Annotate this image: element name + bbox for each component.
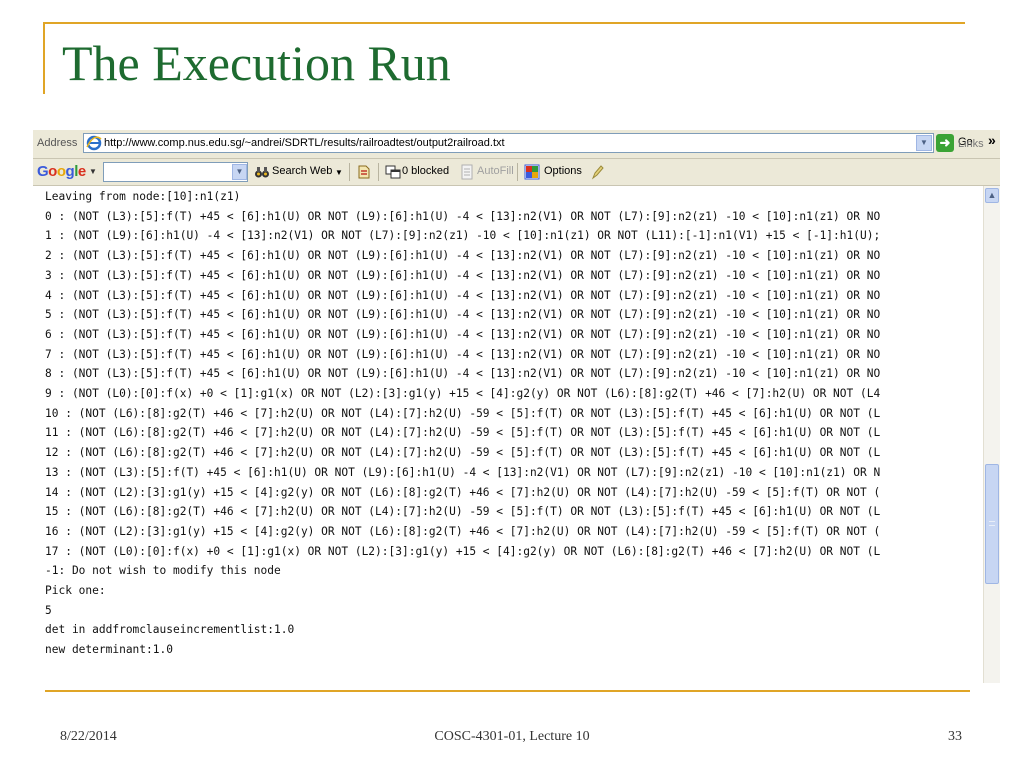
popup-blocker-icon <box>385 165 401 179</box>
footer-course-label: COSC-4301-01, Lecture 10 <box>434 729 590 744</box>
title-rule-line <box>45 22 965 24</box>
toolbar-separator <box>517 163 518 181</box>
text-document-view[interactable]: Leaving from node:[10]:n1(z1) 0 : (NOT (L… <box>33 186 983 683</box>
document-line: 12 : (NOT (L6):[8]:g2(T) +46 < [7]:h2(U)… <box>45 446 881 460</box>
document-line: -1: Do not wish to modify this node <box>45 564 281 578</box>
address-bar: Address http://www.comp.nus.edu.sg/~andr… <box>33 130 1000 159</box>
document-line: 3 : (NOT (L3):[5]:f(T) +45 < [6]:h1(U) O… <box>45 268 881 282</box>
google-logo-letter: g <box>65 163 75 180</box>
document-line: 15 : (NOT (L6):[8]:g2(T) +46 < [7]:h2(U)… <box>45 505 881 519</box>
address-url: http://www.comp.nus.edu.sg/~andrei/SDRTL… <box>104 137 505 149</box>
document-line: 14 : (NOT (L2):[3]:g1(y) +15 < [4]:g2(y)… <box>45 485 881 499</box>
google-search-dropdown-button[interactable]: ▼ <box>232 164 247 180</box>
address-dropdown-button[interactable]: ▼ <box>916 135 932 151</box>
document-line: 6 : (NOT (L3):[5]:f(T) +45 < [6]:h1(U) O… <box>45 327 881 341</box>
scrollbar-thumb[interactable] <box>985 464 999 584</box>
google-logo-letter: G <box>37 163 49 180</box>
footer-rule-line <box>45 690 970 692</box>
document-lines: Leaving from node:[10]:n1(z1) 0 : (NOT (L… <box>33 186 983 660</box>
document-line: 0 : (NOT (L3):[5]:f(T) +45 < [6]:h1(U) O… <box>45 209 881 223</box>
vertical-scrollbar[interactable]: ▲ <box>983 186 1000 683</box>
highlighter-icon[interactable] <box>589 164 605 180</box>
document-line: 5 <box>45 603 52 617</box>
address-label: Address <box>37 137 78 149</box>
browser-window: Address http://www.comp.nus.edu.sg/~andr… <box>33 130 1000 683</box>
document-line: 9 : (NOT (L0):[0]:f(x) +0 < [1]:g1(x) OR… <box>45 387 881 401</box>
autofill-icon <box>461 164 473 180</box>
links-label[interactable]: Links <box>958 138 984 150</box>
google-logo-letter: o <box>56 163 66 180</box>
google-logo-letter: e <box>77 163 86 180</box>
search-web-button[interactable]: Search Web <box>272 165 332 177</box>
document-line: new determinant:1.0 <box>45 643 173 657</box>
document-line: 11 : (NOT (L6):[8]:g2(T) +46 < [7]:h2(U)… <box>45 426 881 440</box>
document-line: 7 : (NOT (L3):[5]:f(T) +45 < [6]:h1(U) O… <box>45 347 881 361</box>
toolbar-separator <box>378 163 379 181</box>
links-chevron-icon[interactable]: » <box>988 132 996 148</box>
document-line: 2 : (NOT (L3):[5]:f(T) +45 < [6]:h1(U) O… <box>45 249 881 263</box>
document-line: 16 : (NOT (L2):[3]:g1(y) +15 < [4]:g2(y)… <box>45 524 881 538</box>
google-toolbar: Google ▼ ▼ Search Web ▼ 0 blocked AutoFi… <box>33 159 1000 186</box>
toolbar-separator <box>349 163 350 181</box>
document-line: det in addfromclauseincrementlist:1.0 <box>45 623 295 637</box>
document-line: 10 : (NOT (L6):[8]:g2(T) +46 < [7]:h2(U)… <box>45 406 881 420</box>
google-logo[interactable]: Google <box>37 163 86 180</box>
document-line: Pick one: <box>45 584 106 598</box>
autofill-button[interactable]: AutoFill <box>477 165 514 177</box>
page-number: 33 <box>948 729 962 744</box>
binoculars-icon <box>255 167 269 178</box>
slide-title: The Execution Run <box>62 35 451 91</box>
pagerank-icon[interactable] <box>356 164 372 180</box>
document-line: 4 : (NOT (L3):[5]:f(T) +45 < [6]:h1(U) O… <box>45 288 881 302</box>
popup-blocked-count[interactable]: 0 blocked <box>402 165 449 177</box>
search-web-dropdown-icon[interactable]: ▼ <box>335 168 343 177</box>
go-arrow-icon: ➜ <box>936 134 954 152</box>
document-line: Leaving from node:[10]:n1(z1) <box>45 190 241 203</box>
document-line: 5 : (NOT (L3):[5]:f(T) +45 < [6]:h1(U) O… <box>45 308 881 322</box>
title-accent-bar <box>43 22 45 94</box>
google-logo-letter: o <box>48 163 57 180</box>
options-icon <box>524 164 540 180</box>
scrollbar-grip <box>989 521 995 526</box>
document-line: 13 : (NOT (L3):[5]:f(T) +45 < [6]:h1(U) … <box>45 465 881 479</box>
options-button[interactable]: Options <box>544 165 582 177</box>
document-line: 1 : (NOT (L9):[6]:h1(U) -4 < [13]:n2(V1)… <box>45 229 881 243</box>
google-search-input[interactable] <box>103 162 248 182</box>
address-input[interactable]: http://www.comp.nus.edu.sg/~andrei/SDRTL… <box>83 133 934 153</box>
google-menu-arrow-icon[interactable]: ▼ <box>89 167 97 176</box>
internet-explorer-icon <box>86 135 102 151</box>
document-line: 17 : (NOT (L0):[0]:f(x) +0 < [1]:g1(x) O… <box>45 544 881 558</box>
scroll-up-arrow-icon[interactable]: ▲ <box>985 188 999 203</box>
document-line: 8 : (NOT (L3):[5]:f(T) +45 < [6]:h1(U) O… <box>45 367 881 381</box>
